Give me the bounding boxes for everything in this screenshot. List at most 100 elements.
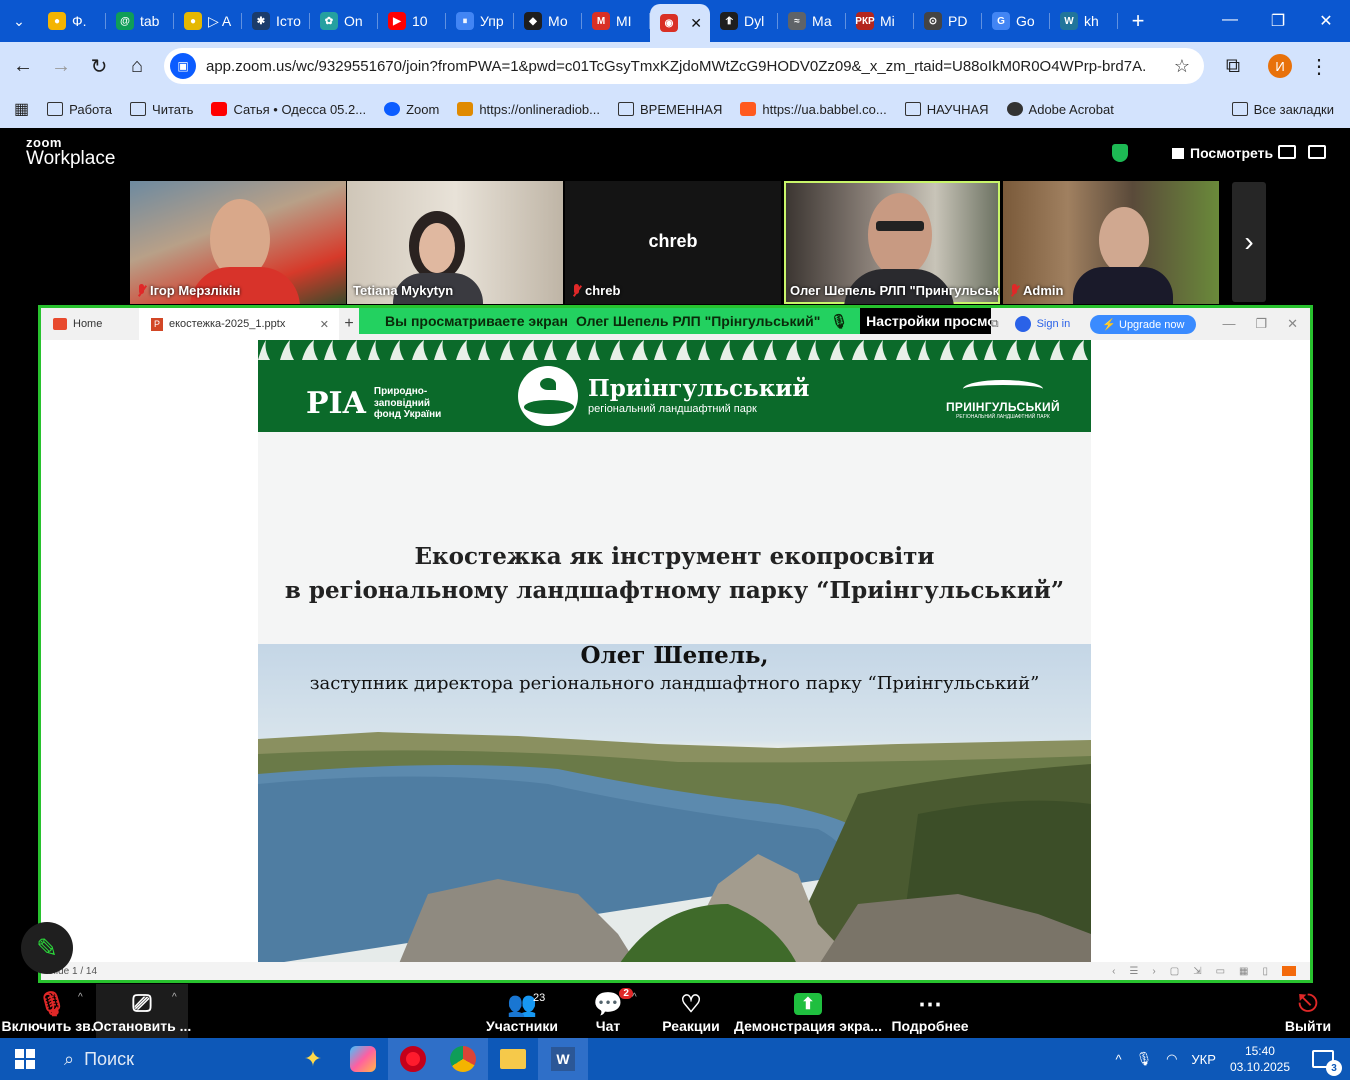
participant-tile[interactable]: Admin	[1003, 181, 1219, 304]
reactions-button[interactable]: ♡ Реакции	[662, 984, 720, 1038]
zoom-site-icon[interactable]: ▣	[170, 53, 196, 79]
browser-tab[interactable]: ◆ Мо	[514, 0, 582, 42]
chat-button[interactable]: 💬 2 Чат	[588, 984, 633, 1038]
bookmark-item[interactable]: Adobe Acrobat	[1006, 102, 1114, 117]
encryption-shield-icon[interactable]	[1112, 144, 1128, 162]
all-bookmarks[interactable]: Все закладки	[1231, 102, 1334, 117]
reading-view-icon[interactable]: ▯	[1262, 966, 1268, 977]
list-icon[interactable]: ☰	[1129, 966, 1138, 977]
omnibox[interactable]: ▣ app.zoom.us/wc/9329551670/join?fromPWA…	[164, 48, 1204, 84]
document-tab[interactable]: P екостежка-2025_1.pptx ✕	[139, 308, 339, 340]
browser-tab[interactable]: M МІ	[582, 0, 650, 42]
reload-icon[interactable]: ↻	[80, 47, 118, 85]
browser-tab[interactable]: G Go	[982, 0, 1050, 42]
chrome-app-icon[interactable]	[438, 1038, 488, 1080]
home-icon[interactable]: ⌂	[118, 47, 156, 85]
back-icon[interactable]: ←	[4, 47, 42, 85]
view-settings-button[interactable]: Настройки просмотра	[860, 308, 991, 334]
more-button[interactable]: ⋯ Подробнее	[891, 984, 968, 1038]
restore-icon[interactable]: ❐	[1254, 11, 1302, 31]
bookmark-star-icon[interactable]: ☆	[1174, 56, 1190, 77]
word-app-icon[interactable]: W	[538, 1038, 588, 1080]
tab-search-chevron-icon[interactable]: ⌄	[0, 0, 38, 42]
wifi-icon[interactable]: ◠	[1166, 1051, 1177, 1067]
apps-grid-icon[interactable]: ▦	[14, 99, 29, 119]
pip-icon[interactable]	[1278, 145, 1296, 159]
browser-tab[interactable]: ⥣ Dyl	[710, 0, 778, 42]
bookmark-item[interactable]: https://onlineradiob...	[457, 102, 600, 117]
notes-icon[interactable]: ▢	[1170, 966, 1179, 977]
browser-tab[interactable]: ✱ Істо	[242, 0, 310, 42]
browser-tab[interactable]: ▶ 10	[378, 0, 446, 42]
participant-tile[interactable]: chreb chreb	[565, 181, 781, 304]
clock[interactable]: 15:40 03.10.2025	[1230, 1043, 1290, 1075]
close-window-icon[interactable]: ✕	[1302, 11, 1350, 31]
close-tab-icon[interactable]: ✕	[690, 15, 702, 32]
upgrade-button[interactable]: ⚡ Upgrade now	[1090, 314, 1197, 334]
url-text[interactable]: app.zoom.us/wc/9329551670/join?fromPWA=1…	[206, 58, 1146, 75]
participants-button[interactable]: 👥 23 Участники	[486, 984, 558, 1038]
annotate-pencil-icon[interactable]: ✎	[21, 922, 73, 974]
view-button[interactable]: Посмотреть	[1172, 145, 1273, 161]
extensions-icon[interactable]: ⧉	[1214, 47, 1252, 85]
tray-chevron-icon[interactable]: ^	[1115, 1052, 1121, 1067]
browser-tab[interactable]: ◉ ✕	[650, 4, 710, 42]
export-icon[interactable]: ⇲	[1193, 966, 1201, 977]
participant-tile-active-speaker[interactable]: Олег Шепель РЛП "Прингульськ...	[784, 181, 1000, 304]
browser-tab[interactable]: ✿ On	[310, 0, 378, 42]
taskbar-search[interactable]: ⌕ Поиск	[50, 1038, 288, 1080]
app-close-icon[interactable]: ✕	[1287, 316, 1298, 332]
app-minimize-icon[interactable]: —	[1222, 316, 1235, 332]
next-slide-icon[interactable]: ›	[1152, 966, 1155, 977]
bookmark-item[interactable]: Работа	[47, 102, 112, 117]
shared-screen[interactable]: Home P екостежка-2025_1.pptx ✕ + ⧉ Sign …	[38, 305, 1313, 983]
bookmark-item[interactable]: https://ua.babbel.co...	[740, 102, 887, 117]
opera-app-icon[interactable]	[388, 1038, 438, 1080]
bookmark-item[interactable]: ВРЕМЕННАЯ	[618, 102, 722, 117]
file-explorer-icon[interactable]	[488, 1038, 538, 1080]
next-participants-chevron-icon[interactable]: ›	[1232, 182, 1266, 302]
normal-view-icon[interactable]: ▭	[1216, 966, 1225, 977]
bookmark-item[interactable]: Сатья • Одесса 05.2...	[211, 102, 366, 117]
home-tab-label: Home	[73, 318, 103, 330]
fullscreen-icon[interactable]	[1308, 145, 1326, 159]
forward-icon[interactable]: →	[42, 47, 80, 85]
sign-in-button[interactable]: Sign in	[1014, 316, 1070, 332]
bookmark-item[interactable]: Zoom	[384, 102, 439, 117]
browser-tab[interactable]: @ tab	[106, 0, 174, 42]
browser-tab[interactable]: Wkh	[1050, 0, 1118, 42]
tabs-panel-icon[interactable]: ⧉	[991, 318, 999, 331]
bookmark-item[interactable]: Читать	[130, 102, 193, 117]
sorter-view-icon[interactable]: ▦	[1239, 966, 1248, 977]
menu-dots-icon[interactable]: ⋮	[1300, 47, 1338, 85]
browser-tab[interactable]: ● Ф.	[38, 0, 106, 42]
participant-tile[interactable]: Ігор Мерзлікін	[130, 181, 346, 304]
microphone-icon[interactable]: 🎙	[1136, 1051, 1153, 1067]
slideshow-play-icon[interactable]	[1282, 966, 1296, 976]
notifications-icon[interactable]: 3	[1312, 1050, 1342, 1076]
language-indicator[interactable]: УКР	[1191, 1052, 1216, 1067]
new-tab-button[interactable]: +	[1118, 8, 1158, 34]
app-restore-icon[interactable]: ❐	[1255, 316, 1267, 332]
copilot-app-icon[interactable]: ✦	[288, 1038, 338, 1080]
close-tab-icon[interactable]: ✕	[320, 318, 329, 331]
minimize-icon[interactable]: —	[1206, 11, 1254, 31]
video-options-caret-icon[interactable]: ^	[172, 992, 177, 1003]
share-screen-button[interactable]: ⬆ Демонстрация экра...	[734, 984, 882, 1038]
browser-tab[interactable]: ≈ Ма	[778, 0, 846, 42]
leave-button[interactable]: ⎋ Выйти	[1284, 984, 1332, 1038]
participant-tile[interactable]: Tetiana Mykytyn	[347, 181, 563, 304]
browser-tab[interactable]: РКР Мі	[846, 0, 914, 42]
browser-tab[interactable]: ⊙ PD	[914, 0, 982, 42]
start-button[interactable]	[0, 1049, 50, 1069]
browser-tab[interactable]: ● ▷ A	[174, 0, 242, 42]
bookmark-item[interactable]: НАУЧНАЯ	[904, 102, 989, 117]
chat-options-caret-icon[interactable]: ^	[632, 992, 637, 1003]
audio-options-caret-icon[interactable]: ^	[78, 992, 83, 1003]
store-app-icon[interactable]	[338, 1038, 388, 1080]
profile-avatar[interactable]: И	[1268, 54, 1292, 78]
browser-tab[interactable]: ⏸ Упр	[446, 0, 514, 42]
home-tab[interactable]: Home	[41, 308, 139, 340]
prev-slide-icon[interactable]: ‹	[1112, 966, 1115, 977]
add-tab-icon[interactable]: +	[339, 315, 359, 333]
